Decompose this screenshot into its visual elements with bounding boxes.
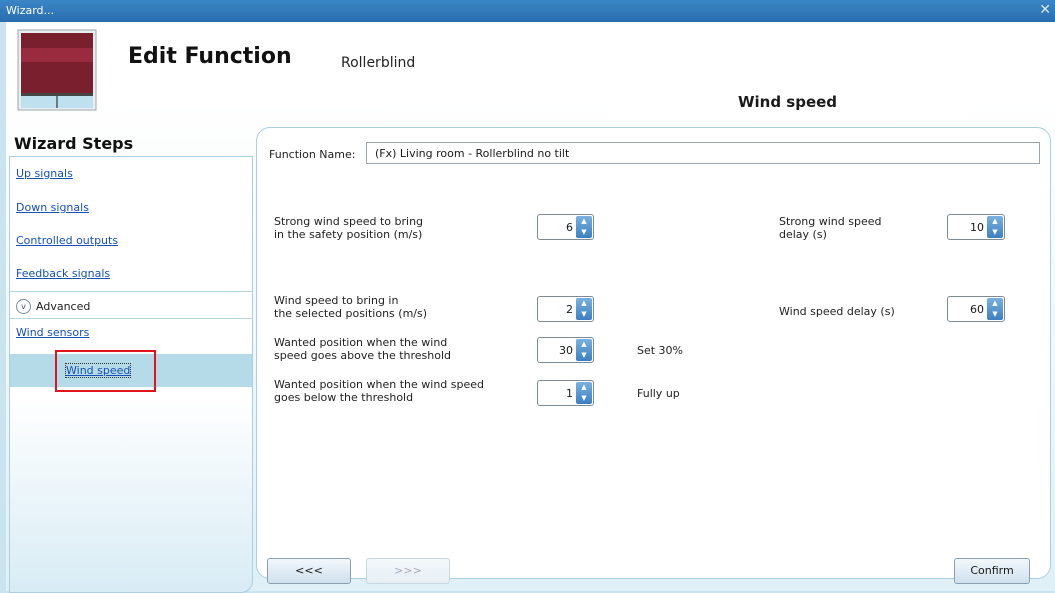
- wind-speed-value: 2: [566, 303, 573, 316]
- stepper-arrows-icon[interactable]: ▲ ▼: [576, 382, 592, 404]
- strong-wind-stepper[interactable]: 6 ▲ ▼: [537, 214, 594, 240]
- wind-speed-label-line2: the selected positions (m/s): [274, 307, 428, 320]
- step-feedback-signals[interactable]: Feedback signals: [16, 267, 110, 280]
- above-threshold-description: Set 30%: [637, 344, 684, 357]
- strong-wind-label-line2: in the safety position (m/s): [274, 228, 423, 241]
- above-threshold-stepper[interactable]: 30 ▲ ▼: [537, 337, 594, 363]
- rollerblind-icon: [17, 29, 97, 111]
- tab-wind-speed[interactable]: Wind speed: [609, 83, 966, 119]
- strong-delay-stepper[interactable]: 10 ▲ ▼: [947, 214, 1005, 240]
- wind-speed-stepper[interactable]: 2 ▲ ▼: [537, 296, 594, 322]
- page-subtitle: Rollerblind: [341, 55, 416, 71]
- window-titlebar: Wizard... ✕: [0, 0, 1055, 22]
- wind-delay-value: 60: [970, 303, 984, 316]
- page-title: Edit Function: [128, 44, 292, 69]
- function-name-field[interactable]: (Fx) Living room - Rollerblind no tilt: [366, 142, 1040, 164]
- below-threshold-label: Wanted position when the wind speed goes…: [274, 378, 484, 404]
- window-title: Wizard...: [6, 4, 55, 17]
- below-threshold-stepper[interactable]: 1 ▲ ▼: [537, 380, 594, 406]
- wind-speed-label: Wind speed to bring in the selected posi…: [274, 294, 427, 320]
- below-threshold-description: Fully up: [637, 387, 680, 400]
- function-name-label: Function Name:: [269, 148, 356, 161]
- above-label-line2: speed goes above the threshold: [274, 349, 452, 362]
- back-button[interactable]: <<<: [267, 558, 351, 584]
- chevron-down-icon[interactable]: v: [16, 299, 31, 314]
- divider: [10, 291, 252, 292]
- above-label-line1: Wanted position when the wind: [274, 336, 448, 349]
- advanced-label[interactable]: Advanced: [36, 300, 90, 313]
- wind-delay-label: Wind speed delay (s): [779, 305, 895, 318]
- stepper-arrows-icon[interactable]: ▲ ▼: [987, 216, 1003, 238]
- wizard-steps-title: Wizard Steps: [14, 134, 134, 153]
- stepper-arrows-icon[interactable]: ▲ ▼: [576, 216, 592, 238]
- strong-delay-label: Strong wind speed delay (s): [779, 215, 882, 241]
- wind-delay-stepper[interactable]: 60 ▲ ▼: [947, 296, 1005, 322]
- step-wind-speed[interactable]: Wind speed: [64, 363, 132, 378]
- below-threshold-value: 1: [566, 387, 573, 400]
- wizard-steps-panel: Up signals Down signals Controlled outpu…: [9, 156, 253, 593]
- below-label-line1: Wanted position when the wind speed: [274, 378, 484, 391]
- stepper-arrows-icon[interactable]: ▲ ▼: [987, 298, 1003, 320]
- next-button[interactable]: >>>: [366, 558, 450, 584]
- above-threshold-value: 30: [559, 344, 573, 357]
- confirm-button[interactable]: Confirm: [954, 558, 1030, 584]
- content-panel: Function Name: (Fx) Living room - Roller…: [256, 127, 1051, 579]
- wind-speed-label-line1: Wind speed to bring in: [274, 294, 399, 307]
- strong-delay-label-line2: delay (s): [779, 228, 827, 241]
- strong-delay-value: 10: [970, 221, 984, 234]
- step-down-signals[interactable]: Down signals: [16, 201, 89, 214]
- strong-wind-label-line1: Strong wind speed to bring: [274, 215, 424, 228]
- strong-delay-label-line1: Strong wind speed: [779, 215, 882, 228]
- wizard-window: Edit Function Rollerblind Wind speed Wiz…: [6, 22, 1055, 593]
- step-controlled-outputs[interactable]: Controlled outputs: [16, 234, 118, 247]
- stepper-arrows-icon[interactable]: ▲ ▼: [576, 298, 592, 320]
- step-wind-sensors[interactable]: Wind sensors: [16, 326, 89, 339]
- strong-wind-value: 6: [566, 221, 573, 234]
- below-label-line2: goes below the threshold: [274, 391, 414, 404]
- divider: [10, 318, 252, 319]
- stepper-arrows-icon[interactable]: ▲ ▼: [576, 339, 592, 361]
- above-threshold-label: Wanted position when the wind speed goes…: [274, 336, 451, 362]
- strong-wind-label: Strong wind speed to bring in the safety…: [274, 215, 423, 241]
- close-icon[interactable]: ✕: [1039, 2, 1051, 18]
- step-up-signals[interactable]: Up signals: [16, 167, 73, 180]
